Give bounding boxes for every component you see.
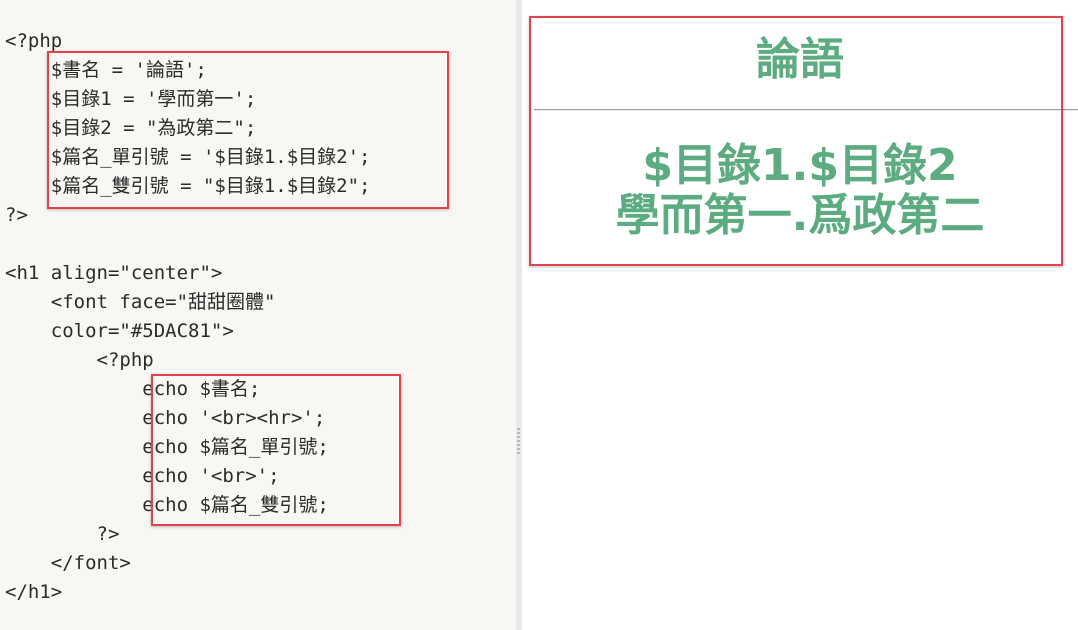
code-line: color="#5DAC81"> [5,320,234,342]
code-line: echo '<br><hr>'; [5,407,326,429]
code-line: <font face="甜甜圈體" [5,291,276,313]
code-line: </font> [5,552,131,574]
preview-horizontal-rule [534,109,1078,111]
code-editor-pane[interactable]: <?php $書名 = '論語'; $目錄1 = '學而第一'; $目錄2 = … [0,0,516,630]
code-line: <?php [5,349,154,371]
code-line: ?> [5,523,120,545]
code-line: echo '<br>'; [5,465,280,487]
code-line: </h1> [5,581,63,603]
code-line: <h1 align="center"> [5,262,223,284]
preview-single-quote-output: $目錄1.$目錄2 [642,140,958,191]
code-line: $書名 = '論語'; [5,59,207,81]
code-line: ?> [5,204,28,226]
code-line: echo $篇名_雙引號; [5,494,329,516]
browser-preview-pane: 論語 $目錄1.$目錄2 學而第一.爲政第二 [522,0,1078,630]
code-line: <?php [5,30,63,52]
code-line: echo $篇名_單引號; [5,436,329,458]
preview-double-quote-output: 學而第一.爲政第二 [615,190,985,241]
code-line: echo $書名; [5,378,261,400]
splitter-grip-icon[interactable] [517,428,520,454]
code-line: $篇名_單引號 = '$目錄1.$目錄2'; [5,146,371,168]
code-line: $目錄2 = "為政第二"; [5,117,257,139]
preview-title: 論語 [756,34,844,85]
code-line: $篇名_雙引號 = "$目錄1.$目錄2"; [5,175,371,197]
code-line: $目錄1 = '學而第一'; [5,88,257,110]
